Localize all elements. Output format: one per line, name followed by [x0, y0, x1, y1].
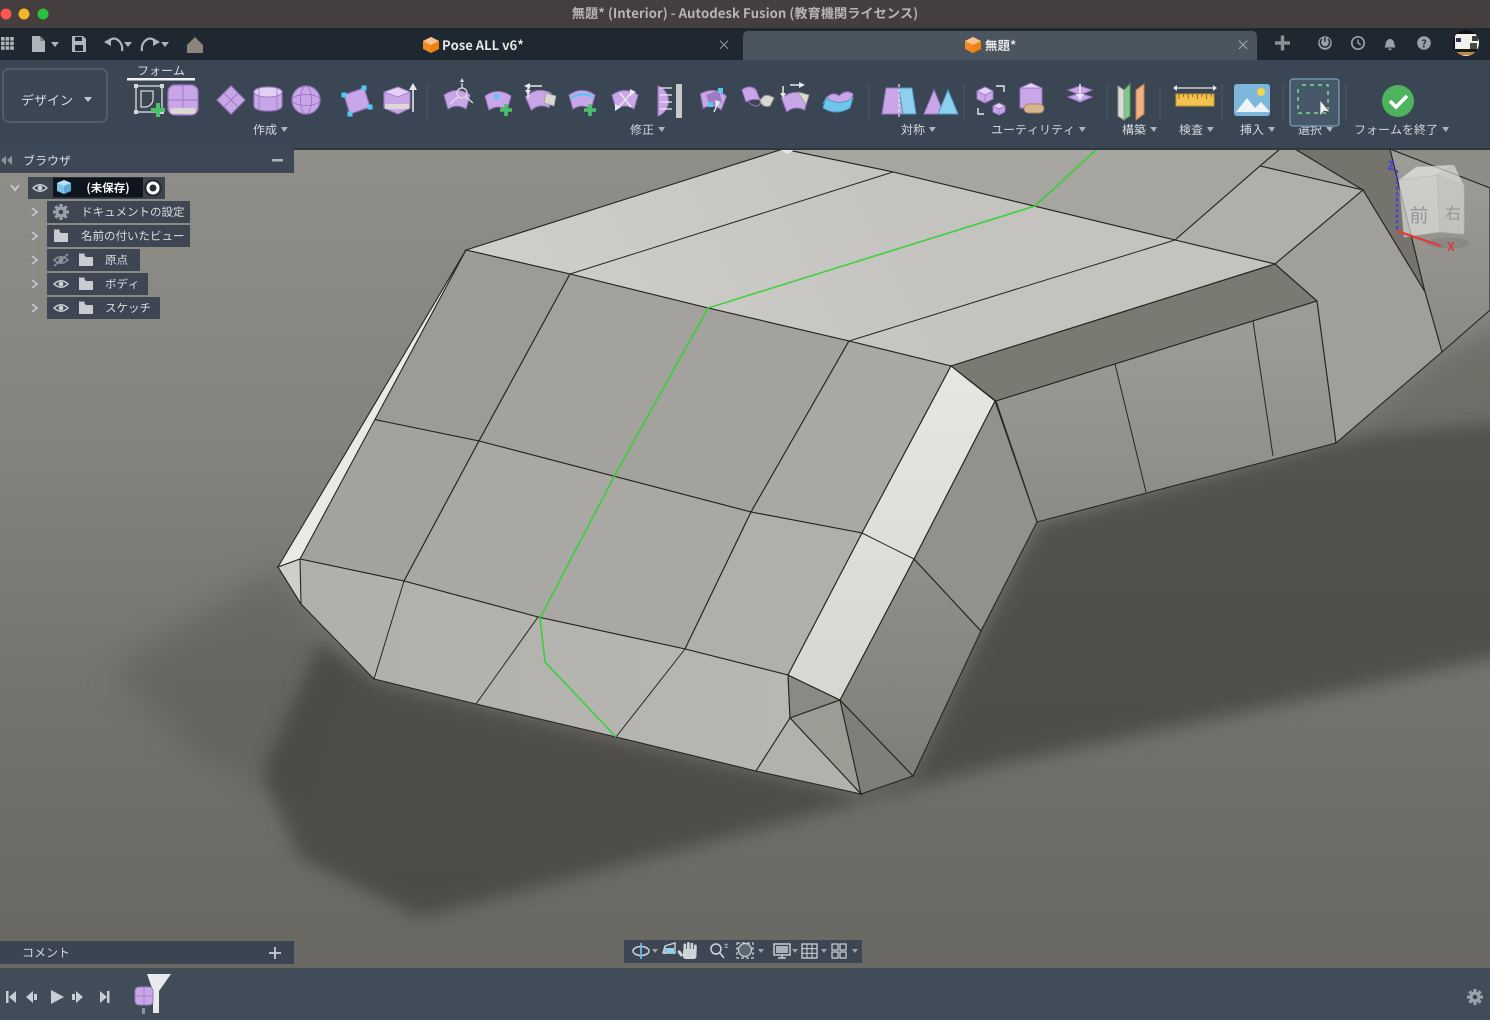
svg-text:±: ±: [724, 941, 729, 950]
